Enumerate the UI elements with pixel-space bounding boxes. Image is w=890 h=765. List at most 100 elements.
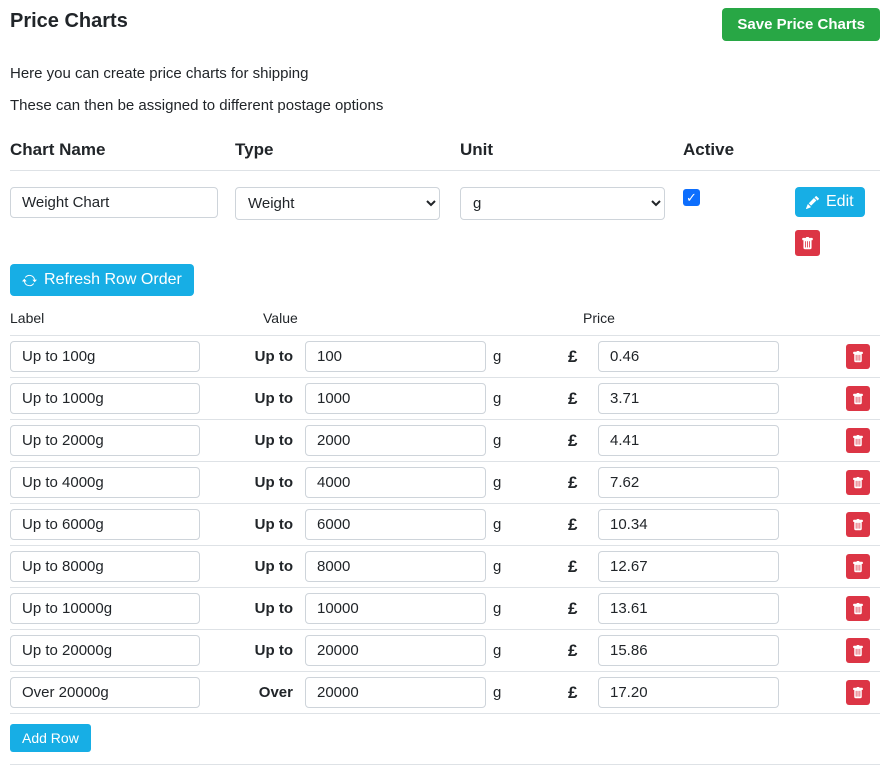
row-comparator: Up to: [205, 432, 293, 449]
chart-unit-select[interactable]: g: [460, 187, 665, 220]
chart-row: Weight g ✓ Edit: [10, 171, 880, 262]
row-label-input[interactable]: [10, 425, 200, 456]
trash-icon: [852, 645, 864, 657]
chart-type-select[interactable]: Weight: [235, 187, 440, 220]
trash-icon: [801, 237, 814, 250]
delete-row-button[interactable]: [846, 680, 870, 705]
row-value-input[interactable]: [305, 509, 486, 540]
edit-button-label: Edit: [826, 193, 854, 211]
row-value-input[interactable]: [305, 341, 486, 372]
top-bar: Price Charts Save Price Charts: [10, 8, 880, 41]
trash-icon: [852, 603, 864, 615]
row-currency: £: [556, 683, 586, 703]
row-value-input[interactable]: [305, 383, 486, 414]
row-comparator: Up to: [205, 390, 293, 407]
save-price-charts-button[interactable]: Save Price Charts: [722, 8, 880, 41]
active-checkbox[interactable]: ✓: [683, 189, 700, 206]
row-price-input[interactable]: [598, 509, 779, 540]
row-unit: g: [486, 432, 556, 449]
rows-header-price: Price: [583, 310, 880, 326]
trash-icon: [852, 519, 864, 531]
refresh-row-order-button[interactable]: Refresh Row Order: [10, 264, 194, 296]
row-price-input[interactable]: [598, 593, 779, 624]
row-currency: £: [556, 473, 586, 493]
add-row-button[interactable]: Add Row: [10, 724, 91, 752]
refresh-button-label: Refresh Row Order: [44, 271, 182, 289]
column-header-type: Type: [235, 140, 460, 160]
row-label-input[interactable]: [10, 677, 200, 708]
row-price-input[interactable]: [598, 677, 779, 708]
row-price-input[interactable]: [598, 383, 779, 414]
delete-row-button[interactable]: [846, 596, 870, 621]
trash-icon: [852, 351, 864, 363]
row-currency: £: [556, 347, 586, 367]
row-comparator: Over: [205, 684, 293, 701]
row-price-input[interactable]: [598, 341, 779, 372]
trash-icon: [852, 393, 864, 405]
delete-row-button[interactable]: [846, 554, 870, 579]
row-price-input[interactable]: [598, 635, 779, 666]
row-comparator: Up to: [205, 558, 293, 575]
row-label-input[interactable]: [10, 467, 200, 498]
delete-row-button[interactable]: [846, 428, 870, 453]
row-price-input[interactable]: [598, 551, 779, 582]
row-currency: £: [556, 515, 586, 535]
row-value-input[interactable]: [305, 635, 486, 666]
row-comparator: Up to: [205, 474, 293, 491]
refresh-icon: [22, 273, 37, 288]
row-comparator: Up to: [205, 642, 293, 659]
row-label-input[interactable]: [10, 341, 200, 372]
row-price-input[interactable]: [598, 425, 779, 456]
price-row: Up to g £: [10, 545, 880, 587]
row-label-input[interactable]: [10, 383, 200, 414]
chart-table-header: Chart Name Type Unit Active: [10, 132, 880, 171]
row-comparator: Up to: [205, 516, 293, 533]
row-value-input[interactable]: [305, 593, 486, 624]
row-value-input[interactable]: [305, 467, 486, 498]
row-currency: £: [556, 599, 586, 619]
intro-text: Here you can create price charts for shi…: [10, 65, 880, 114]
row-unit: g: [486, 390, 556, 407]
row-price-input[interactable]: [598, 467, 779, 498]
row-unit: g: [486, 684, 556, 701]
price-row: Up to g £: [10, 629, 880, 671]
price-row: Up to g £: [10, 587, 880, 629]
row-label-input[interactable]: [10, 593, 200, 624]
rows-header-label: Label: [10, 310, 263, 326]
row-currency: £: [556, 641, 586, 661]
row-currency: £: [556, 557, 586, 577]
delete-row-button[interactable]: [846, 344, 870, 369]
rows-header-value: Value: [263, 310, 583, 326]
row-label-input[interactable]: [10, 635, 200, 666]
intro-line-2: These can then be assigned to different …: [10, 97, 880, 114]
chart-name-input[interactable]: [10, 187, 218, 218]
price-row: Up to g £: [10, 377, 880, 419]
price-row: Up to g £: [10, 503, 880, 545]
rows-table-header: Label Value Price: [10, 306, 880, 335]
delete-row-button[interactable]: [846, 386, 870, 411]
row-unit: g: [486, 558, 556, 575]
edit-chart-button[interactable]: Edit: [795, 187, 865, 217]
delete-row-button[interactable]: [846, 470, 870, 495]
pencil-icon: [806, 196, 819, 209]
row-unit: g: [486, 474, 556, 491]
row-label-input[interactable]: [10, 551, 200, 582]
row-value-input[interactable]: [305, 425, 486, 456]
delete-row-button[interactable]: [846, 512, 870, 537]
delete-row-button[interactable]: [846, 638, 870, 663]
price-rows-table: Label Value Price Up to g £ Up to: [10, 306, 880, 765]
trash-icon: [852, 435, 864, 447]
page-title: Price Charts: [10, 10, 128, 33]
trash-icon: [852, 687, 864, 699]
row-comparator: Up to: [205, 348, 293, 365]
price-row: Over g £: [10, 671, 880, 713]
intro-line-1: Here you can create price charts for shi…: [10, 65, 880, 82]
row-value-input[interactable]: [305, 677, 486, 708]
row-currency: £: [556, 431, 586, 451]
delete-chart-button[interactable]: [795, 230, 820, 256]
trash-icon: [852, 561, 864, 573]
row-currency: £: [556, 389, 586, 409]
row-unit: g: [486, 642, 556, 659]
row-value-input[interactable]: [305, 551, 486, 582]
row-label-input[interactable]: [10, 509, 200, 540]
